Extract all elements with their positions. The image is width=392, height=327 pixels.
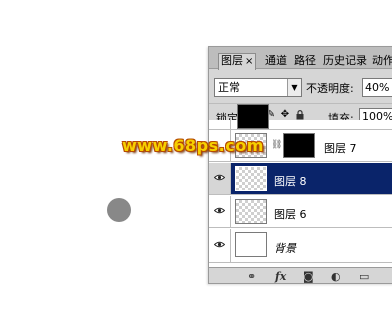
- eye-icon[interactable]: [214, 174, 225, 181]
- layer-name[interactable]: 背景: [274, 240, 296, 256]
- layer-thumbnail: [237, 104, 269, 129]
- watermark-text: www.68ps.com: [122, 136, 264, 155]
- eye-cell[interactable]: [209, 229, 231, 262]
- opacity-input[interactable]: 40%: [362, 78, 392, 97]
- layers-panel: 图层 × 通道 路径 历史记录 动作 正常 ▼ 不透明度: 40% 锁定: ✎ ✥…: [208, 46, 392, 284]
- eye-cell: [209, 120, 231, 129]
- eye-icon[interactable]: [214, 207, 225, 214]
- blend-row: 正常 ▼ 不透明度: 40%: [209, 75, 392, 97]
- panel-bottom-bar: ⚭ fx ◙ ◐ ▭: [209, 267, 392, 283]
- chevron-down-icon[interactable]: ▼: [287, 79, 301, 96]
- eye-cell[interactable]: [209, 196, 231, 227]
- link-layers-icon[interactable]: ⚭: [247, 271, 256, 283]
- lock-all-icon[interactable]: [295, 110, 305, 120]
- layer-name[interactable]: 图层 8: [274, 173, 307, 189]
- adjustment-layer-icon[interactable]: ◐: [331, 271, 341, 283]
- layer-row-selected[interactable]: 图层 8: [209, 163, 392, 195]
- layer-thumbnail: [235, 232, 267, 257]
- new-group-icon[interactable]: ▭: [359, 271, 369, 283]
- tab-paths[interactable]: 路径: [294, 54, 316, 69]
- layer-name[interactable]: 图层 7: [324, 140, 357, 156]
- tab-history[interactable]: 历史记录: [323, 54, 367, 69]
- add-mask-icon[interactable]: ◙: [303, 271, 314, 283]
- link-chain-icon: ⛓: [271, 140, 283, 150]
- opacity-label: 不透明度:: [306, 82, 354, 95]
- panel-tabbar: 图层 × 通道 路径 历史记录 动作: [209, 47, 392, 70]
- blend-mode-value: 正常: [218, 81, 240, 94]
- layer-row-background[interactable]: 背景: [209, 229, 392, 263]
- blend-mode-select[interactable]: 正常 ▼: [214, 78, 302, 97]
- lock-move-icon[interactable]: ✥: [280, 110, 290, 120]
- layer-mask-thumbnail[interactable]: [283, 133, 315, 158]
- layer-style-icon[interactable]: fx: [275, 271, 286, 283]
- layer-thumbnail: [235, 199, 267, 224]
- grey-circle-shape: [107, 198, 131, 222]
- close-icon[interactable]: ×: [245, 56, 253, 67]
- layer-thumbnail: [235, 166, 267, 191]
- layer-name[interactable]: 图层 6: [274, 206, 307, 222]
- tab-channels[interactable]: 通道: [265, 54, 287, 69]
- eye-cell[interactable]: [209, 163, 231, 194]
- layer-row[interactable]: 图层 6: [209, 196, 392, 228]
- tab-layers-label: 图层: [221, 54, 243, 67]
- tab-actions[interactable]: 动作: [372, 54, 392, 69]
- eye-icon[interactable]: [214, 241, 225, 248]
- layer-row-partial[interactable]: [209, 104, 392, 130]
- tab-layers[interactable]: 图层 ×: [218, 53, 257, 70]
